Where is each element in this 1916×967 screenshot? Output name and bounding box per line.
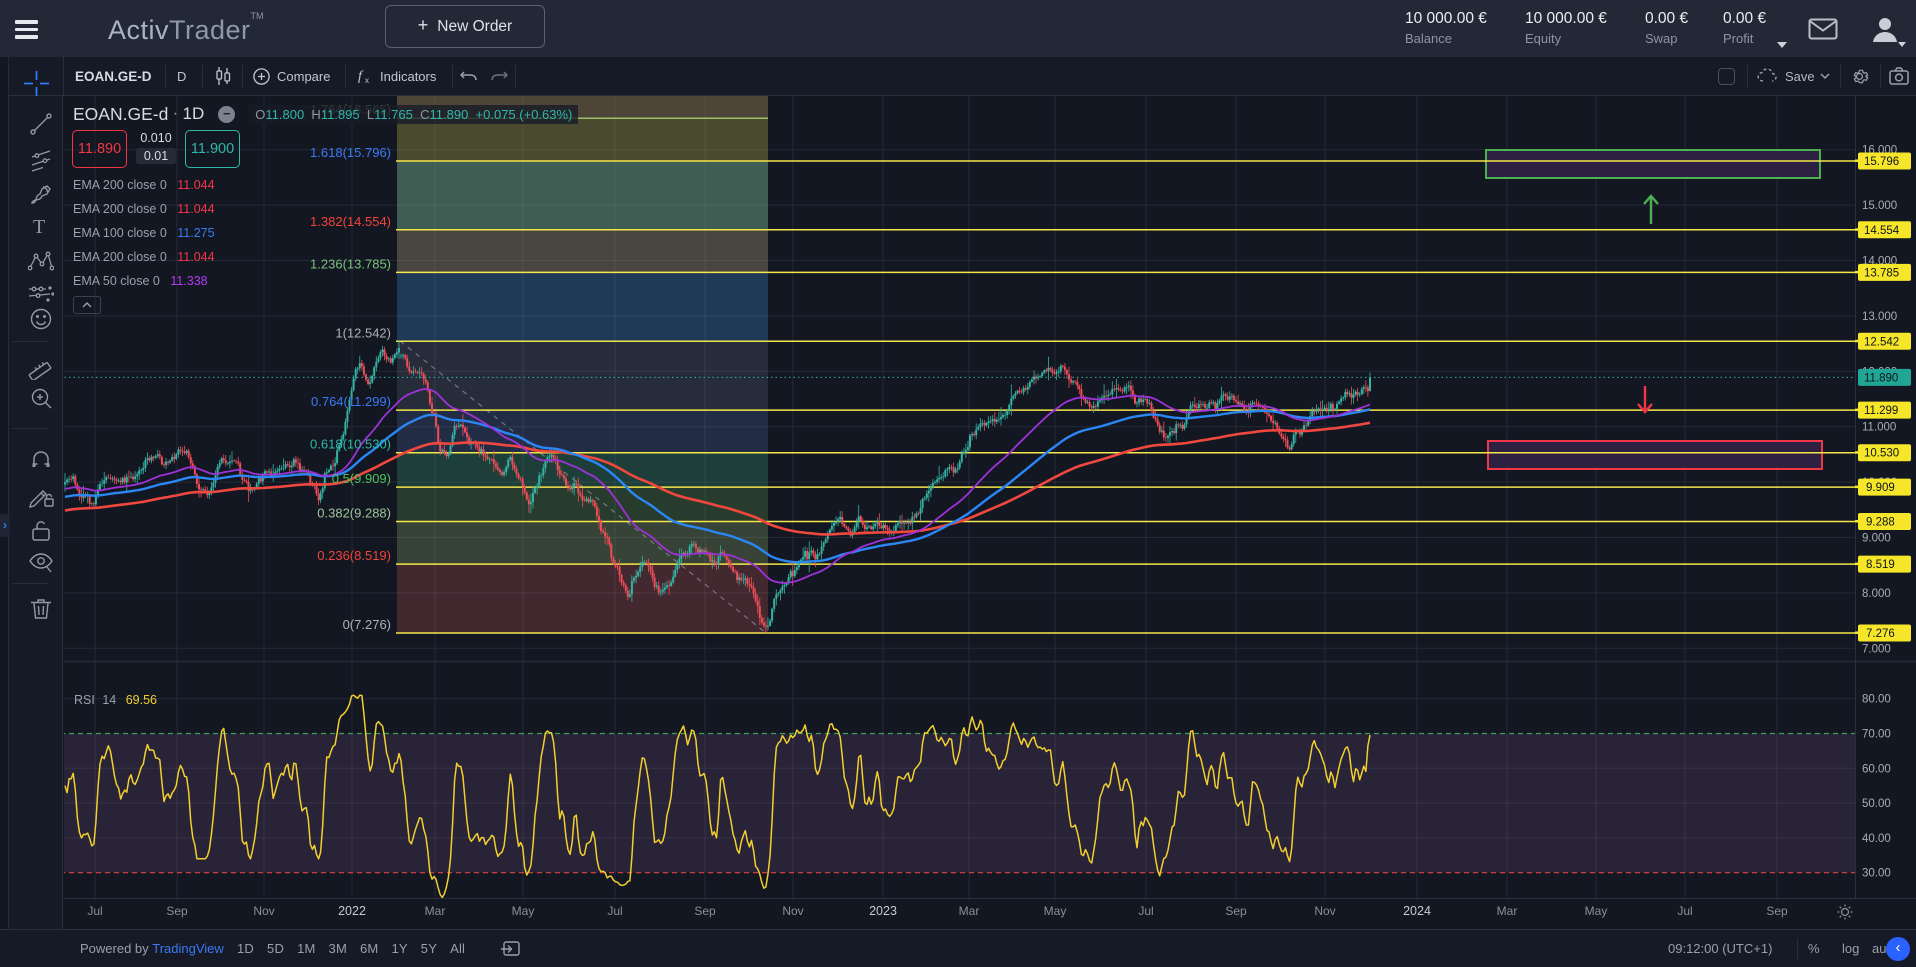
svg-text:Sep: Sep	[1766, 904, 1788, 918]
svg-text:9.288: 9.288	[1866, 517, 1895, 529]
svg-text:40.00: 40.00	[1862, 833, 1891, 845]
svg-text:Sep: Sep	[1225, 904, 1247, 918]
svg-text:2022: 2022	[338, 904, 366, 918]
svg-text:2023: 2023	[869, 904, 897, 918]
svg-text:15.796: 15.796	[1864, 156, 1899, 168]
svg-text:Jul: Jul	[1677, 904, 1692, 918]
svg-text:Jul: Jul	[87, 904, 102, 918]
svg-text:Jul: Jul	[607, 904, 622, 918]
svg-text:13.785: 13.785	[1864, 267, 1899, 279]
svg-text:RSI 14 69.56: RSI 14 69.56	[74, 693, 157, 707]
svg-text:2024: 2024	[1403, 904, 1431, 918]
svg-text:0(7.276): 0(7.276)	[343, 617, 391, 632]
svg-text:11.000: 11.000	[1862, 422, 1896, 434]
svg-text:50.00: 50.00	[1862, 798, 1891, 810]
svg-text:8.000: 8.000	[1862, 588, 1891, 600]
svg-text:Mar: Mar	[959, 904, 980, 918]
svg-text:70.00: 70.00	[1862, 729, 1891, 741]
svg-text:10.530: 10.530	[1864, 448, 1899, 460]
svg-text:0.764(11.299): 0.764(11.299)	[311, 394, 391, 409]
svg-text:Nov: Nov	[782, 904, 803, 918]
svg-text:9.909: 9.909	[1866, 482, 1895, 494]
svg-text:11.890: 11.890	[1864, 372, 1898, 384]
svg-text:14.554: 14.554	[1864, 225, 1900, 237]
svg-text:Sep: Sep	[166, 904, 188, 918]
svg-text:1.382(14.554): 1.382(14.554)	[310, 214, 391, 229]
svg-text:0.5(9.909): 0.5(9.909)	[332, 471, 391, 486]
svg-text:May: May	[1585, 904, 1608, 918]
svg-text:30.00: 30.00	[1862, 868, 1891, 880]
svg-text:May: May	[512, 904, 535, 918]
svg-text:Mar: Mar	[1497, 904, 1518, 918]
svg-text:Sep: Sep	[694, 904, 716, 918]
svg-text:7.276: 7.276	[1866, 628, 1895, 640]
svg-text:Mar: Mar	[425, 904, 446, 918]
svg-text:12.542: 12.542	[1864, 336, 1899, 348]
svg-text:13.000: 13.000	[1862, 311, 1897, 323]
svg-text:Nov: Nov	[253, 904, 274, 918]
svg-text:Nov: Nov	[1314, 904, 1335, 918]
svg-text:Jul: Jul	[1138, 904, 1153, 918]
svg-text:0.382(9.288): 0.382(9.288)	[317, 506, 391, 521]
svg-text:80.00: 80.00	[1862, 694, 1891, 706]
svg-text:15.000: 15.000	[1862, 200, 1897, 212]
svg-text:0.236(8.519): 0.236(8.519)	[317, 548, 391, 563]
svg-text:60.00: 60.00	[1862, 763, 1891, 775]
svg-text:f: f	[358, 69, 364, 84]
svg-text:11.299: 11.299	[1864, 405, 1898, 417]
svg-text:7.000: 7.000	[1862, 643, 1891, 655]
svg-text:1.236(13.785): 1.236(13.785)	[310, 256, 391, 271]
svg-text:1.618(15.796): 1.618(15.796)	[310, 145, 391, 160]
svg-text:8.519: 8.519	[1866, 559, 1895, 571]
svg-text:May: May	[1044, 904, 1067, 918]
svg-text:0.618(10.530): 0.618(10.530)	[310, 437, 391, 452]
svg-text:9.000: 9.000	[1862, 533, 1891, 545]
svg-text:x: x	[365, 76, 369, 85]
svg-text:1(12.542): 1(12.542)	[335, 325, 391, 340]
